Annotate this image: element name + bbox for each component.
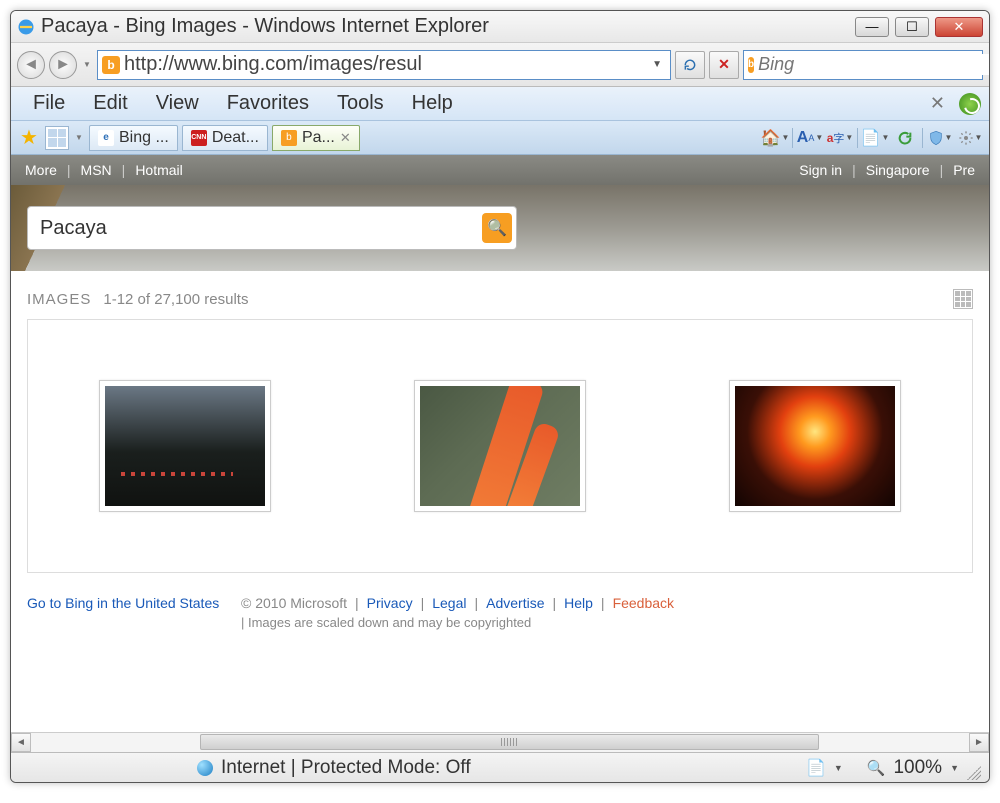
ie-window: Pacaya - Bing Images - Windows Internet …	[10, 10, 990, 783]
tab-favicon-icon: CNN	[191, 130, 207, 146]
bing-search-input[interactable]	[40, 217, 482, 240]
bing-search-hero: 🔍	[11, 185, 989, 271]
browser-search-box[interactable]: b 🔍 ▼	[743, 50, 983, 80]
bing-footer: Go to Bing in the United States © 2010 M…	[11, 587, 989, 654]
navigation-toolbar: ◄ ► ▼ b ▼ ✕ b 🔍 ▼	[11, 43, 989, 87]
home-button[interactable]: 🏠▼	[762, 126, 788, 150]
menu-view[interactable]: View	[142, 88, 213, 119]
scroll-track[interactable]	[31, 733, 969, 752]
bing-search-box: 🔍	[27, 206, 517, 250]
safety-button[interactable]: ▼	[927, 126, 953, 150]
menu-file[interactable]: File	[19, 88, 79, 119]
footer-advertise[interactable]: Advertise	[486, 595, 544, 611]
encoding-button[interactable]: a字▼	[827, 126, 853, 150]
tab-label: Bing ...	[119, 129, 169, 147]
topnav-more[interactable]: More	[21, 162, 61, 178]
restore-session-icon[interactable]	[959, 93, 981, 115]
command-bar: ★ ▼ e Bing ... CNN Deat... b Pa... ✕ 🏠▼ …	[11, 121, 989, 155]
scroll-thumb[interactable]	[200, 734, 819, 750]
image-result[interactable]	[729, 380, 901, 512]
thumbnail-image	[105, 386, 265, 506]
window-controls: — ☐ ✕	[855, 17, 983, 37]
topnav-signin[interactable]: Sign in	[795, 162, 846, 178]
recent-pages-dropdown[interactable]: ▼	[81, 60, 93, 69]
tab-cnn[interactable]: CNN Deat...	[182, 125, 268, 151]
menu-help[interactable]: Help	[398, 88, 467, 119]
tab-bing[interactable]: e Bing ...	[89, 125, 178, 151]
topnav-region[interactable]: Singapore	[862, 162, 934, 178]
page-content: More | MSN | Hotmail Sign in | Singapore…	[11, 155, 989, 732]
topnav-hotmail[interactable]: Hotmail	[131, 162, 186, 178]
bing-search-button[interactable]: 🔍	[482, 213, 512, 243]
stop-button[interactable]: ✕	[709, 51, 739, 79]
internet-zone-icon	[197, 760, 213, 776]
security-zone-text: Internet | Protected Mode: Off	[221, 757, 471, 779]
scroll-right-button[interactable]: ►	[969, 733, 989, 752]
page-button[interactable]: 📄▼	[862, 126, 888, 150]
thumbnail-image	[735, 386, 895, 506]
text-size-button[interactable]: AA▼	[797, 126, 823, 150]
menu-tools[interactable]: Tools	[323, 88, 398, 119]
close-toolbar-button[interactable]: ✕	[922, 93, 953, 114]
footer-go-us[interactable]: Go to Bing in the United States	[27, 595, 233, 611]
image-result[interactable]	[414, 380, 586, 512]
image-results-grid	[27, 319, 973, 573]
compat-dropdown[interactable]: ▼	[834, 763, 843, 773]
footer-legal[interactable]: Legal	[432, 595, 466, 611]
image-result[interactable]	[99, 380, 271, 512]
results-count: 1-12 of 27,100 results	[103, 291, 248, 308]
tab-label: Pa...	[302, 129, 335, 147]
refresh-cmd-button[interactable]	[892, 126, 918, 150]
footer-feedback[interactable]: Feedback	[613, 595, 674, 611]
zoom-icon: 🔍	[867, 759, 886, 777]
footer-scale-note: | Images are scaled down and may be copy…	[27, 615, 973, 630]
topnav-preferences[interactable]: Pre	[949, 162, 979, 178]
thumbnail-image	[420, 386, 580, 506]
menu-bar: File Edit View Favorites Tools Help ✕	[11, 87, 989, 121]
tab-close-icon[interactable]: ✕	[340, 130, 351, 146]
tools-gear-button[interactable]: ▼	[957, 126, 983, 150]
tab-pacaya[interactable]: b Pa... ✕	[272, 125, 360, 151]
results-header: IMAGES 1-12 of 27,100 results	[11, 271, 989, 319]
topnav-msn[interactable]: MSN	[77, 162, 116, 178]
tab-favicon-icon: b	[281, 130, 297, 146]
close-button[interactable]: ✕	[935, 17, 983, 37]
maximize-button[interactable]: ☐	[895, 17, 929, 37]
scroll-left-button[interactable]: ◄	[11, 733, 31, 752]
horizontal-scrollbar[interactable]: ◄ ►	[11, 732, 989, 752]
zoom-dropdown[interactable]: ▼	[950, 763, 959, 773]
favorites-star-icon[interactable]: ★	[17, 126, 41, 150]
titlebar: Pacaya - Bing Images - Windows Internet …	[11, 11, 989, 43]
site-favicon-icon: b	[102, 56, 120, 74]
resize-grip-icon[interactable]	[967, 766, 981, 780]
footer-help[interactable]: Help	[564, 595, 593, 611]
quick-tabs-button[interactable]	[45, 126, 69, 150]
footer-privacy[interactable]: Privacy	[367, 595, 413, 611]
bing-top-nav: More | MSN | Hotmail Sign in | Singapore…	[11, 155, 989, 185]
footer-copyright: © 2010 Microsoft	[241, 595, 347, 611]
view-grid-toggle[interactable]	[953, 289, 973, 309]
minimize-button[interactable]: —	[855, 17, 889, 37]
tab-label: Deat...	[212, 129, 259, 147]
back-button[interactable]: ◄	[17, 51, 45, 79]
window-title: Pacaya - Bing Images - Windows Internet …	[41, 15, 855, 38]
tab-favicon-icon: e	[98, 130, 114, 146]
address-dropdown[interactable]: ▼	[648, 59, 666, 70]
menu-favorites[interactable]: Favorites	[213, 88, 323, 119]
results-label: IMAGES	[27, 291, 91, 308]
browser-search-input[interactable]	[758, 54, 990, 75]
bing-favicon-icon: b	[748, 57, 754, 73]
address-input[interactable]	[124, 53, 644, 76]
address-bar[interactable]: b ▼	[97, 50, 671, 80]
status-bar: Internet | Protected Mode: Off 📄 ▼ 🔍 100…	[11, 752, 989, 782]
zoom-level: 100%	[893, 757, 942, 779]
compat-view-icon[interactable]: 📄	[806, 758, 826, 778]
ie-logo-icon	[17, 18, 35, 36]
refresh-button[interactable]	[675, 51, 705, 79]
tabs-list-dropdown[interactable]: ▼	[73, 133, 85, 142]
menu-edit[interactable]: Edit	[79, 88, 141, 119]
forward-button[interactable]: ►	[49, 51, 77, 79]
